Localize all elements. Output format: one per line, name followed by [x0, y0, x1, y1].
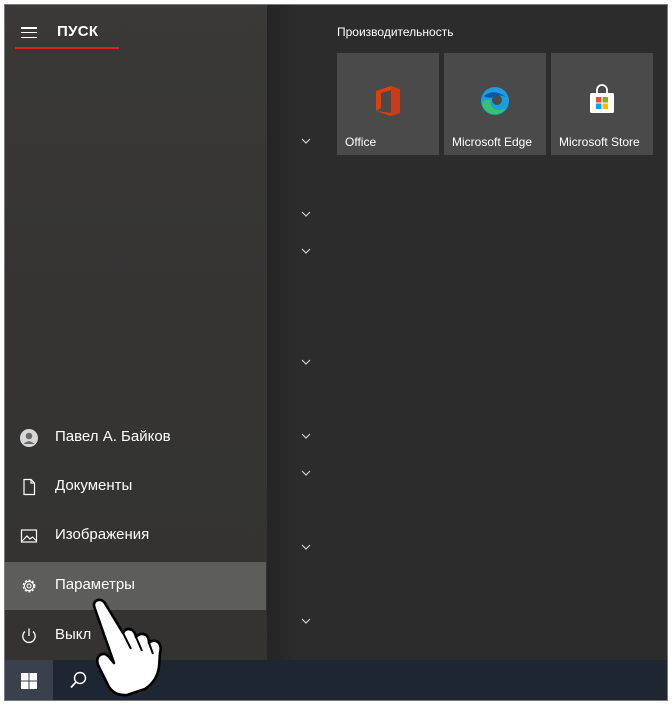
- nav-item-label: Параметры: [55, 576, 135, 593]
- tile-group-title: Производительность: [337, 25, 454, 39]
- windows-start-icon: [21, 673, 37, 689]
- pictures-icon: [19, 526, 39, 546]
- tiles-area: Производительность Office Microsoft Edge: [267, 5, 667, 660]
- office-icon: [372, 84, 404, 118]
- start-menu-window: ПУСК Павел А. Байков Документы Изображен…: [4, 4, 668, 701]
- edge-icon: [479, 84, 511, 118]
- tile-microsoft-store[interactable]: Microsoft Store: [551, 53, 653, 155]
- nav-item-pictures[interactable]: Изображения: [5, 512, 266, 560]
- document-icon: [19, 477, 39, 497]
- start-menu-header[interactable]: ПУСК: [15, 19, 119, 49]
- nav-item-label: Изображения: [55, 526, 150, 543]
- nav-item-label: Павел А. Байков: [55, 428, 171, 445]
- tile-label: Microsoft Store: [559, 135, 640, 149]
- tile-label: Office: [345, 135, 377, 149]
- start-menu-nav-pane: ПУСК Павел А. Байков Документы Изображен…: [5, 5, 297, 660]
- pointer-hand-cursor-icon: [92, 598, 162, 697]
- start-menu-title: ПУСК: [57, 23, 99, 40]
- nav-item-label: Документы: [55, 477, 133, 494]
- start-button[interactable]: [5, 660, 53, 700]
- gear-icon: [19, 576, 39, 596]
- tile-office[interactable]: Office: [337, 53, 439, 155]
- user-avatar-icon: [19, 428, 39, 448]
- power-icon: [19, 626, 39, 646]
- store-icon: [586, 84, 618, 118]
- nav-item-user[interactable]: Павел А. Байков: [5, 414, 266, 462]
- tile-label: Microsoft Edge: [452, 135, 533, 149]
- hamburger-menu-icon[interactable]: [21, 27, 37, 39]
- nav-item-documents[interactable]: Документы: [5, 463, 266, 511]
- tile-microsoft-edge[interactable]: Microsoft Edge: [444, 53, 546, 155]
